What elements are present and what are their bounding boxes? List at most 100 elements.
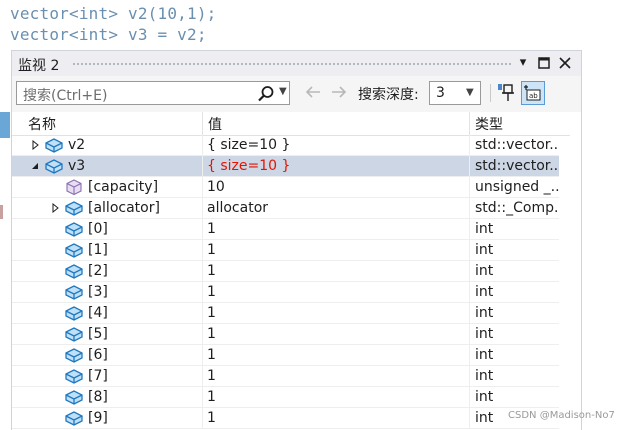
watch-row[interactable]: [2] 1 int [12,261,559,282]
column-divider [202,345,203,366]
watch-row[interactable]: [capacity] 10 unsigned _... [12,177,559,198]
column-divider[interactable] [202,112,203,135]
row-value[interactable]: 1 [207,368,469,384]
row-name: [0] [88,221,108,237]
column-divider [202,261,203,282]
row-name: [6] [88,347,108,363]
search-depth-select[interactable]: 3 ▼ [429,81,481,105]
row-value[interactable]: 1 [207,284,469,300]
column-divider [469,282,470,303]
watch-row[interactable]: v3 { size=10 } std::vector... [12,156,559,177]
row-value[interactable]: allocator [207,200,469,216]
row-name: [5] [88,326,108,342]
watch-row[interactable]: [3] 1 int [12,282,559,303]
column-divider [202,198,203,219]
column-header-value[interactable]: 值 [208,114,222,134]
column-divider [202,177,203,198]
column-divider [469,366,470,387]
search-input[interactable]: 搜索(Ctrl+E) ▼ [16,81,290,105]
row-value[interactable]: 1 [207,410,469,426]
object-icon [65,327,83,342]
row-value[interactable]: 1 [207,263,469,279]
row-value[interactable]: 1 [207,221,469,237]
column-divider [469,219,470,240]
row-name: [1] [88,242,108,258]
row-value[interactable]: 1 [207,347,469,363]
maximize-icon[interactable] [536,54,552,72]
vertical-scrollbar[interactable] [570,135,581,430]
row-value[interactable]: { size=10 } [207,137,469,153]
object-icon [45,159,63,174]
row-name: [9] [88,410,108,426]
row-type: std::_Comp... [475,200,559,216]
column-divider [469,303,470,324]
svg-text:ab: ab [529,92,538,100]
column-divider [202,156,203,177]
row-value[interactable]: { size=10 } [207,158,469,174]
window-options-dropdown-icon[interactable]: ▾ [515,54,531,72]
search-next-arrow-icon[interactable] [328,82,350,104]
watch-row[interactable]: [8] 1 int [12,387,559,408]
watch-row[interactable]: [0] 1 int [12,219,559,240]
row-value[interactable]: 1 [207,389,469,405]
column-divider [469,177,470,198]
code-line-2: vector<int> v3 = v2; [10,25,207,44]
chevron-down-icon: ▼ [466,87,474,98]
row-value[interactable]: 1 [207,305,469,321]
watch-row[interactable]: v2 { size=10 } std::vector... [12,135,559,156]
row-name: [3] [88,284,108,300]
column-divider [202,240,203,261]
raw-view-icon [66,179,82,196]
watch-row[interactable]: [5] 1 int [12,324,559,345]
hexadecimal-display-icon[interactable]: ab [521,81,545,105]
column-divider [202,324,203,345]
column-header-name[interactable]: 名称 [28,114,56,134]
object-icon [65,390,83,405]
row-name: v2 [68,137,86,153]
search-icon[interactable] [257,85,275,103]
column-divider [469,261,470,282]
search-placeholder: 搜索(Ctrl+E) [23,88,108,104]
column-divider [469,135,470,156]
expand-arrow-icon[interactable] [30,140,40,150]
object-icon [45,138,63,153]
search-previous-arrow-icon[interactable] [302,82,324,104]
row-name: [2] [88,263,108,279]
column-divider [469,240,470,261]
search-depth-value: 3 [436,85,445,101]
column-divider [202,408,203,429]
toolbar-separator [490,84,491,102]
row-value[interactable]: 1 [207,242,469,258]
watch-row[interactable]: [4] 1 int [12,303,559,324]
column-header-type[interactable]: 类型 [475,114,503,134]
watermark: CSDN @Madison-No7 [508,410,615,421]
row-name: [8] [88,389,108,405]
expand-arrow-icon[interactable] [50,203,60,213]
watch-row[interactable]: [6] 1 int [12,345,559,366]
column-divider [469,198,470,219]
collapse-arrow-icon[interactable] [30,161,40,171]
watch-titlebar[interactable]: 监视 2 ▾ [12,51,581,76]
watch-row[interactable]: [1] 1 int [12,240,559,261]
watch-row[interactable]: [allocator] allocator std::_Comp... [12,198,559,219]
row-name: [capacity] [88,179,159,195]
code-line-1: vector<int> v2(10,1); [10,4,217,23]
watch-row[interactable]: [7] 1 int [12,366,559,387]
row-type: std::vector... [475,137,559,153]
pin-icon[interactable] [497,82,517,104]
watch-title: 监视 2 [18,58,60,74]
row-name: [7] [88,368,108,384]
gutter-change-marker [0,205,3,219]
title-drag-grip[interactable] [72,62,512,67]
row-name: [allocator] [88,200,160,216]
column-divider [469,408,470,429]
column-divider[interactable] [469,112,470,135]
object-icon [65,306,83,321]
close-icon[interactable] [557,54,573,72]
search-options-chevron-icon[interactable]: ▼ [279,86,287,97]
row-value[interactable]: 1 [207,326,469,342]
watch-row[interactable]: [9] 1 int [12,408,559,429]
row-value[interactable]: 10 [207,179,469,195]
column-divider [202,366,203,387]
column-divider [202,303,203,324]
